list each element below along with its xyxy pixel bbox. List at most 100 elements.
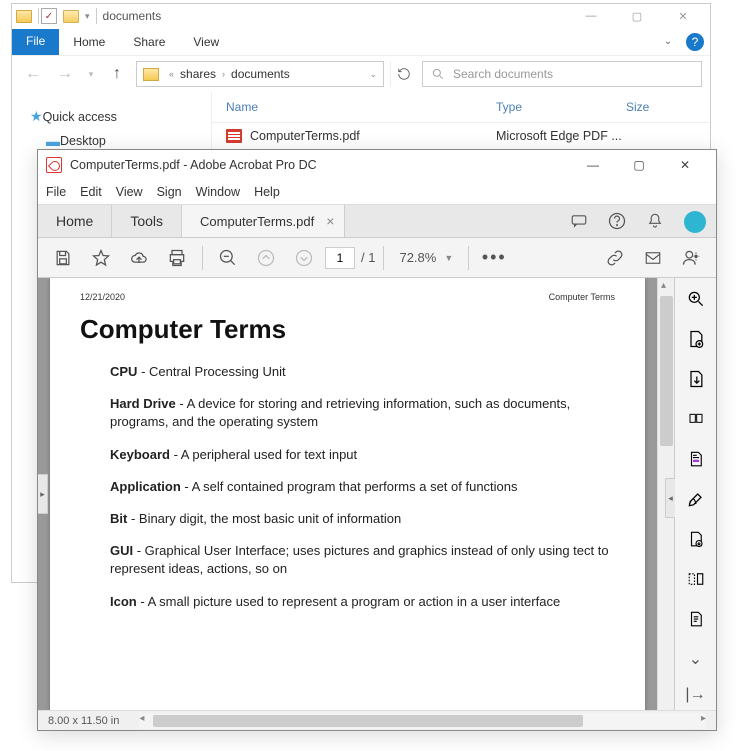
star-icon: ★ (30, 108, 43, 125)
breadcrumb-seg[interactable]: documents (231, 67, 290, 81)
export-pdf-icon[interactable] (685, 368, 707, 390)
qat-dropdown-icon[interactable]: ▾ (85, 11, 90, 22)
qat-separator (38, 8, 39, 24)
page-current-input[interactable] (325, 247, 355, 269)
search-input[interactable]: Search documents (422, 61, 702, 87)
tab-document[interactable]: ComputerTerms.pdf × (182, 205, 345, 237)
acrobat-logo-icon (46, 157, 62, 173)
page-header-date: 12/21/2020 (80, 292, 125, 302)
scrollbar-thumb[interactable] (153, 715, 583, 727)
ribbon-share-tab[interactable]: Share (119, 30, 179, 54)
redact-icon[interactable] (685, 448, 707, 470)
menu-view[interactable]: View (116, 185, 143, 199)
organize-pages-icon[interactable] (685, 408, 707, 430)
page-down-button[interactable] (287, 241, 321, 275)
menu-help[interactable]: Help (254, 185, 280, 199)
qat-separator (96, 8, 97, 24)
zoom-value: 72.8% (399, 250, 436, 265)
acrobat-titlebar[interactable]: ComputerTerms.pdf - Adobe Acrobat Pro DC… (38, 150, 716, 180)
print-button[interactable] (160, 241, 194, 275)
up-button[interactable]: ↑ (104, 61, 130, 87)
ribbon-file-tab[interactable]: File (12, 29, 59, 55)
breadcrumb-seg[interactable]: shares (180, 67, 216, 81)
column-size[interactable]: Size (626, 100, 696, 114)
forward-button[interactable]: → (52, 61, 78, 87)
scrollbar-thumb[interactable] (660, 296, 673, 446)
pdf-page: 12/21/2020 Computer Terms Computer Terms… (50, 278, 645, 710)
page-up-button[interactable] (249, 241, 283, 275)
minimize-button[interactable]: — (570, 151, 616, 179)
bell-icon[interactable] (636, 205, 674, 237)
more-tools-icon[interactable] (685, 608, 707, 630)
page-total: / 1 (361, 250, 375, 265)
save-button[interactable] (46, 241, 80, 275)
zoom-out-button[interactable] (211, 241, 245, 275)
star-button[interactable] (84, 241, 118, 275)
column-type[interactable]: Type (496, 100, 626, 114)
acrobat-toolbar: / 1 72.8% ▼ ••• (38, 238, 716, 278)
zoom-dropdown[interactable]: 72.8% ▼ (392, 247, 460, 268)
horizontal-scrollbar[interactable] (139, 713, 706, 729)
profile-avatar[interactable] (684, 211, 706, 233)
compare-icon[interactable] (685, 568, 707, 590)
term-entry: Application - A self contained program t… (110, 478, 615, 496)
pdf-icon (226, 129, 242, 143)
term-entry: GUI - Graphical User Interface; uses pic… (110, 542, 615, 578)
share-link-button[interactable] (598, 241, 632, 275)
ribbon-view-tab[interactable]: View (179, 30, 233, 54)
search-tool-icon[interactable] (685, 288, 707, 310)
more-button[interactable]: ••• (477, 241, 511, 275)
back-button[interactable]: ← (20, 61, 46, 87)
sidebar-quick-access[interactable]: ★ Quick access (20, 104, 203, 129)
explorer-titlebar[interactable]: ✓ ▾ documents — ▢ ✕ (12, 4, 710, 28)
refresh-button[interactable] (390, 61, 416, 87)
maximize-button[interactable]: ▢ (614, 6, 660, 26)
term-entry: Keyboard - A peripheral used for text in… (110, 446, 615, 464)
create-pdf-icon[interactable] (685, 328, 707, 350)
folder-icon (143, 68, 159, 81)
search-placeholder: Search documents (453, 67, 553, 81)
ribbon-home-tab[interactable]: Home (59, 30, 119, 54)
tab-close-icon[interactable]: × (326, 213, 334, 229)
ribbon-collapse-icon[interactable]: ⌄ (656, 36, 680, 47)
address-dropdown-icon[interactable]: ⌄ (369, 69, 377, 80)
recent-dropdown-icon[interactable]: ▾ (84, 61, 98, 87)
menu-edit[interactable]: Edit (80, 185, 102, 199)
convert-icon[interactable] (685, 528, 707, 550)
help-icon[interactable]: ? (686, 33, 704, 51)
expand-panel-icon[interactable]: |→ (684, 686, 708, 704)
qat-properties-icon[interactable]: ✓ (41, 8, 57, 24)
tools-panel: ◂ ⌄ |→ (674, 278, 716, 710)
close-button[interactable]: ✕ (660, 6, 706, 26)
document-viewport[interactable]: ▸ 12/21/2020 Computer Terms Computer Ter… (38, 278, 657, 710)
maximize-button[interactable]: ▢ (616, 151, 662, 179)
desktop-icon: ▬ (46, 133, 60, 149)
tab-tools[interactable]: Tools (112, 205, 182, 237)
explorer-ribbon: File Home Share View ⌄ ? (12, 28, 710, 56)
close-button[interactable]: ✕ (662, 151, 708, 179)
acrobat-status-bar: 8.00 x 11.50 in (38, 710, 716, 730)
menu-file[interactable]: File (46, 185, 66, 199)
chat-icon[interactable] (560, 205, 598, 237)
chevron-down-icon[interactable]: ⌄ (685, 648, 707, 670)
acrobat-tab-bar: Home Tools ComputerTerms.pdf × (38, 204, 716, 238)
folder-icon (16, 10, 32, 23)
left-panel-toggle[interactable]: ▸ (38, 474, 48, 514)
help-circle-icon[interactable] (598, 205, 636, 237)
cloud-button[interactable] (122, 241, 156, 275)
document-title: Computer Terms (80, 314, 615, 345)
breadcrumb-sep-icon: › (222, 69, 225, 79)
menu-sign[interactable]: Sign (157, 185, 182, 199)
sign-icon[interactable] (685, 488, 707, 510)
explorer-navbar: ← → ▾ ↑ « shares › documents ⌄ Search do… (12, 56, 710, 92)
file-row[interactable]: ComputerTerms.pdf Microsoft Edge PDF ... (212, 123, 710, 149)
column-name[interactable]: Name (226, 100, 496, 114)
share-people-button[interactable] (674, 241, 708, 275)
right-panel-toggle[interactable]: ◂ (665, 478, 675, 518)
menu-window[interactable]: Window (196, 185, 240, 199)
email-button[interactable] (636, 241, 670, 275)
address-bar[interactable]: « shares › documents ⌄ (136, 61, 384, 87)
acrobat-window: ComputerTerms.pdf - Adobe Acrobat Pro DC… (37, 149, 717, 731)
minimize-button[interactable]: — (568, 6, 614, 26)
tab-home[interactable]: Home (38, 205, 112, 237)
